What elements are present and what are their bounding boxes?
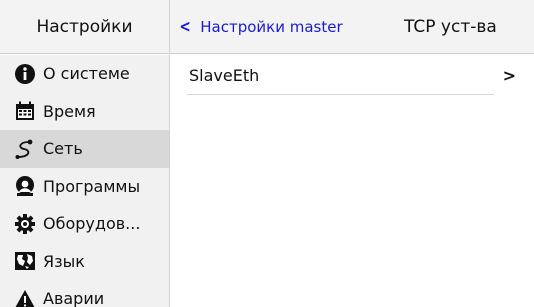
sidebar-item-label: Оборудов... (43, 214, 141, 234)
sidebar-item-about[interactable]: О системе (0, 55, 169, 93)
back-button[interactable]: < Настройки master (178, 0, 343, 54)
language-map-icon (14, 250, 36, 272)
sidebar-item-language[interactable]: Язык (0, 243, 169, 281)
chevron-right-icon: > (502, 65, 516, 85)
sidebar-item-label: Программы (43, 176, 141, 196)
sidebar-item-alarms[interactable]: Аварии (0, 280, 169, 307)
sidebar-item-network[interactable]: Сеть (0, 130, 169, 168)
sidebar-item-label: Сеть (43, 139, 83, 159)
list-item-slaveeth[interactable]: SlaveEth > (171, 55, 534, 95)
content-panel: SlaveEth > (171, 55, 534, 307)
page-title: TCP уст-ва (404, 17, 497, 37)
warning-icon (14, 288, 36, 307)
settings-title: Настройки (36, 17, 133, 37)
sidebar-item-label: О системе (43, 64, 130, 84)
sidebar-item-label: Язык (43, 251, 85, 271)
list-item-label: SlaveEth (189, 65, 260, 85)
sidebar-item-time[interactable]: Время (0, 93, 169, 131)
gear-icon (14, 213, 36, 235)
row-divider (187, 94, 494, 95)
network-icon (14, 138, 36, 160)
settings-header: Настройки (0, 0, 170, 54)
chevron-left-icon: < (179, 17, 191, 37)
sidebar-item-label: Аварии (43, 289, 105, 307)
sidebar-item-programs[interactable]: Программы (0, 168, 169, 206)
sidebar: О системе Время Сеть Программы Оборудов.… (0, 55, 170, 307)
back-label: Настройки master (200, 18, 343, 36)
info-icon (14, 63, 36, 85)
top-bar: Настройки < Настройки master TCP уст-ва (0, 0, 534, 54)
programs-icon (14, 175, 36, 197)
sidebar-item-label: Время (43, 101, 96, 121)
sidebar-item-hardware[interactable]: Оборудов... (0, 205, 169, 243)
calendar-icon (14, 100, 36, 122)
